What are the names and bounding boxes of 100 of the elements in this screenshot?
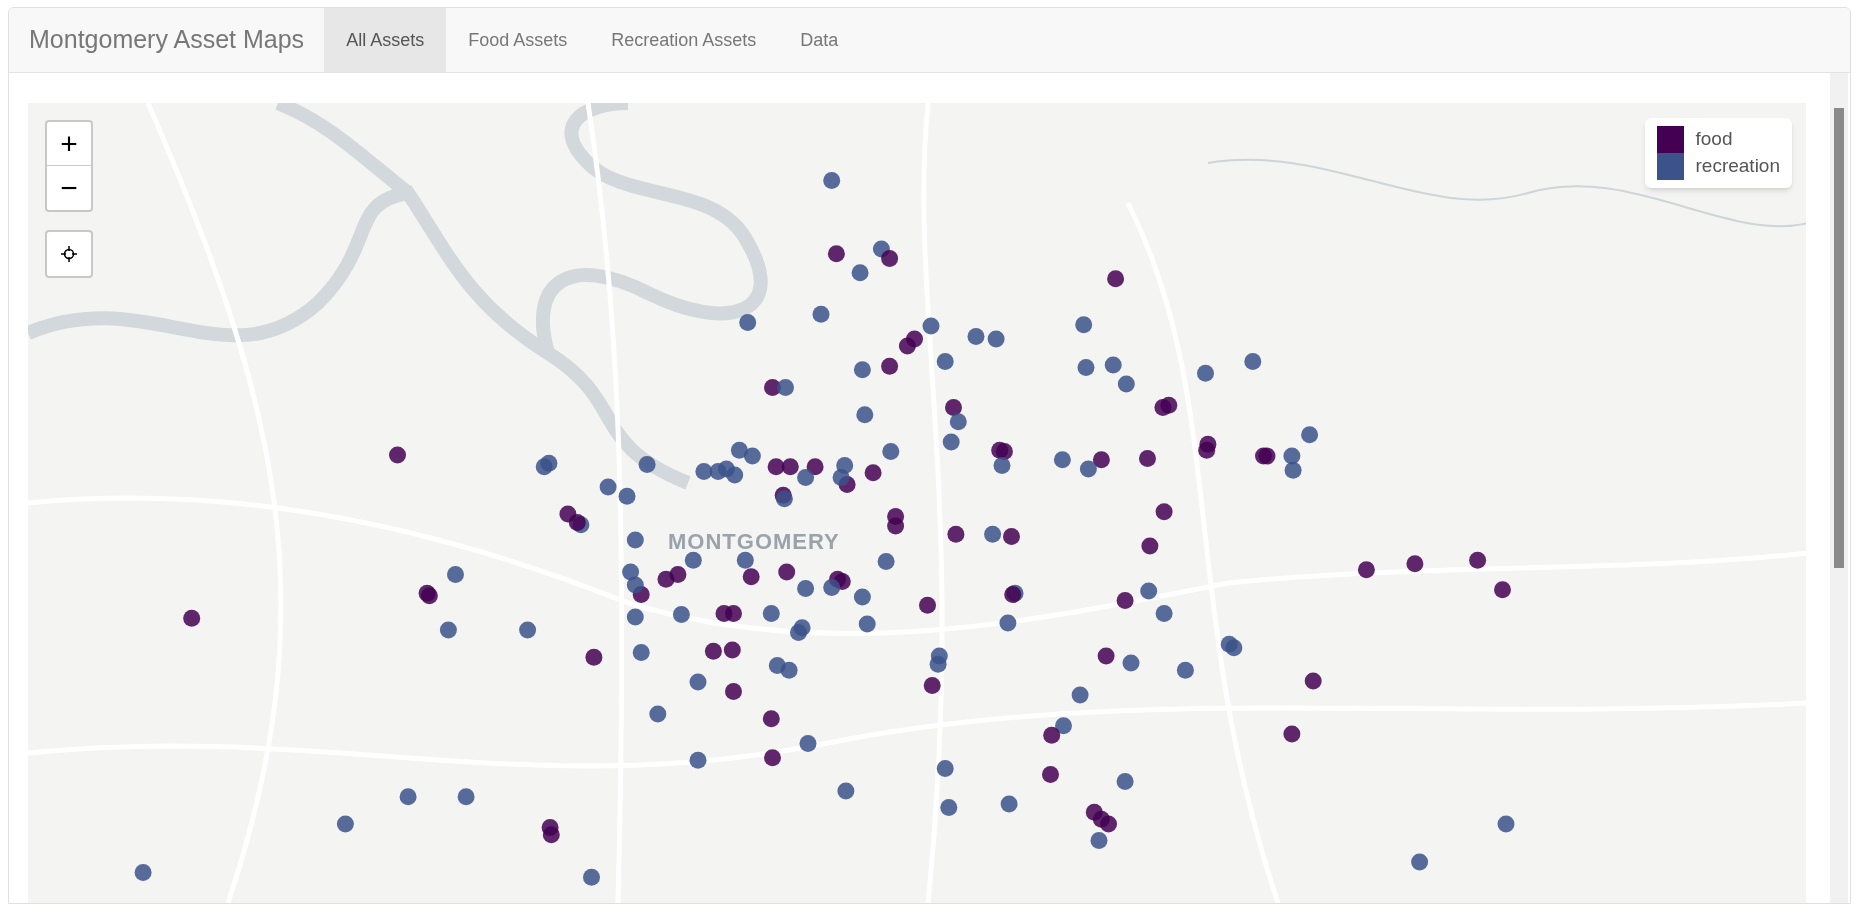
map-marker[interactable] xyxy=(764,749,781,767)
map-marker[interactable] xyxy=(1283,725,1301,743)
map-marker[interactable] xyxy=(882,442,900,460)
map-marker[interactable] xyxy=(780,661,798,679)
map-marker[interactable] xyxy=(649,705,667,723)
map-marker[interactable] xyxy=(1092,451,1110,469)
map-marker[interactable] xyxy=(1116,591,1134,609)
map-marker[interactable] xyxy=(877,552,895,570)
map-marker[interactable] xyxy=(742,568,760,586)
map-marker[interactable] xyxy=(923,677,941,695)
map-marker[interactable] xyxy=(1258,447,1276,465)
map-marker[interactable] xyxy=(775,490,793,508)
map-marker[interactable] xyxy=(1042,765,1059,783)
map-marker[interactable] xyxy=(726,466,744,484)
map-marker[interactable] xyxy=(1104,356,1122,374)
nav-tab[interactable]: Food Assets xyxy=(446,8,590,72)
map-marker[interactable] xyxy=(1357,561,1375,579)
map-marker[interactable] xyxy=(1176,661,1194,679)
map-marker[interactable] xyxy=(672,606,690,624)
map-marker[interactable] xyxy=(1075,316,1093,334)
map-marker[interactable] xyxy=(1284,461,1302,479)
brand-title[interactable]: Montgomery Asset Maps xyxy=(9,8,325,72)
map-marker[interactable] xyxy=(906,330,923,348)
map-marker[interactable] xyxy=(864,464,882,482)
zoom-out-button[interactable]: − xyxy=(47,166,91,210)
map-marker[interactable] xyxy=(1055,717,1072,735)
map-marker[interactable] xyxy=(439,621,457,639)
map-marker[interactable] xyxy=(851,264,869,282)
map-marker[interactable] xyxy=(1079,460,1097,478)
map-marker[interactable] xyxy=(778,563,796,581)
map-marker[interactable] xyxy=(1003,528,1020,546)
map-marker[interactable] xyxy=(1244,353,1262,370)
map-marker[interactable] xyxy=(743,447,761,465)
map-marker[interactable] xyxy=(1141,537,1159,555)
map-marker[interactable] xyxy=(777,379,794,396)
map-marker[interactable] xyxy=(936,759,954,777)
map-marker[interactable] xyxy=(1197,364,1214,382)
map-marker[interactable] xyxy=(457,788,475,806)
map-marker[interactable] xyxy=(622,563,640,581)
map-marker[interactable] xyxy=(799,735,817,753)
scrollbar[interactable] xyxy=(1830,73,1848,903)
map-marker[interactable] xyxy=(1107,270,1125,288)
map-marker[interactable] xyxy=(684,551,702,569)
map-marker[interactable] xyxy=(823,578,841,596)
map-marker[interactable] xyxy=(689,751,707,769)
map-marker[interactable] xyxy=(1116,773,1134,790)
map-marker[interactable] xyxy=(942,433,960,451)
map-marker[interactable] xyxy=(725,683,742,700)
map-marker[interactable] xyxy=(797,580,815,598)
nav-tab[interactable]: Data xyxy=(778,8,861,72)
map-marker[interactable] xyxy=(1139,450,1156,467)
zoom-in-button[interactable]: + xyxy=(47,122,91,166)
map-marker[interactable] xyxy=(1090,832,1108,850)
map-marker[interactable] xyxy=(1155,503,1173,521)
map-marker[interactable] xyxy=(585,648,603,666)
map-marker[interactable] xyxy=(638,455,656,473)
map-marker[interactable] xyxy=(940,799,958,816)
map-marker[interactable] xyxy=(949,413,967,431)
map-marker[interactable] xyxy=(1198,441,1216,459)
map-marker[interactable] xyxy=(806,458,824,476)
map-marker[interactable] xyxy=(936,353,954,370)
map-marker[interactable] xyxy=(389,446,406,464)
map-marker[interactable] xyxy=(540,454,558,472)
map-marker[interactable] xyxy=(519,621,537,639)
map-marker[interactable] xyxy=(542,826,560,844)
map-marker[interactable] xyxy=(736,551,754,569)
locate-button[interactable] xyxy=(45,230,93,278)
map-marker[interactable] xyxy=(1140,582,1158,600)
map-marker[interactable] xyxy=(1117,375,1135,393)
map-marker[interactable] xyxy=(919,596,936,614)
map-marker[interactable] xyxy=(1497,815,1515,833)
map-marker[interactable] xyxy=(762,710,780,728)
map-marker[interactable] xyxy=(1053,451,1071,469)
map-marker[interactable] xyxy=(336,815,354,833)
map-marker[interactable] xyxy=(134,864,152,881)
map-marker[interactable] xyxy=(1160,396,1178,414)
map-marker[interactable] xyxy=(1304,672,1322,690)
map-marker[interactable] xyxy=(922,317,940,335)
map-marker[interactable] xyxy=(823,172,841,189)
map-marker[interactable] xyxy=(999,614,1017,632)
map-marker[interactable] xyxy=(704,642,722,660)
map-marker[interactable] xyxy=(618,487,636,505)
map-marker[interactable] xyxy=(399,788,417,806)
map-marker[interactable] xyxy=(881,357,899,375)
map-marker[interactable] xyxy=(762,605,780,622)
map-marker[interactable] xyxy=(967,328,985,346)
map-marker[interactable] xyxy=(1071,686,1089,704)
map-marker[interactable] xyxy=(856,406,874,424)
map-marker[interactable] xyxy=(987,330,1005,348)
map-marker[interactable] xyxy=(1301,426,1319,444)
map-marker[interactable] xyxy=(725,605,742,622)
map-marker[interactable] xyxy=(797,468,815,486)
map-marker[interactable] xyxy=(767,458,785,476)
nav-tab[interactable]: Recreation Assets xyxy=(589,8,779,72)
map-marker[interactable] xyxy=(1077,358,1095,376)
map-marker[interactable] xyxy=(793,619,811,637)
map-marker[interactable] xyxy=(695,463,713,480)
map-marker[interactable] xyxy=(1097,647,1115,665)
map-marker[interactable] xyxy=(1225,639,1243,657)
map-marker[interactable] xyxy=(887,517,905,535)
